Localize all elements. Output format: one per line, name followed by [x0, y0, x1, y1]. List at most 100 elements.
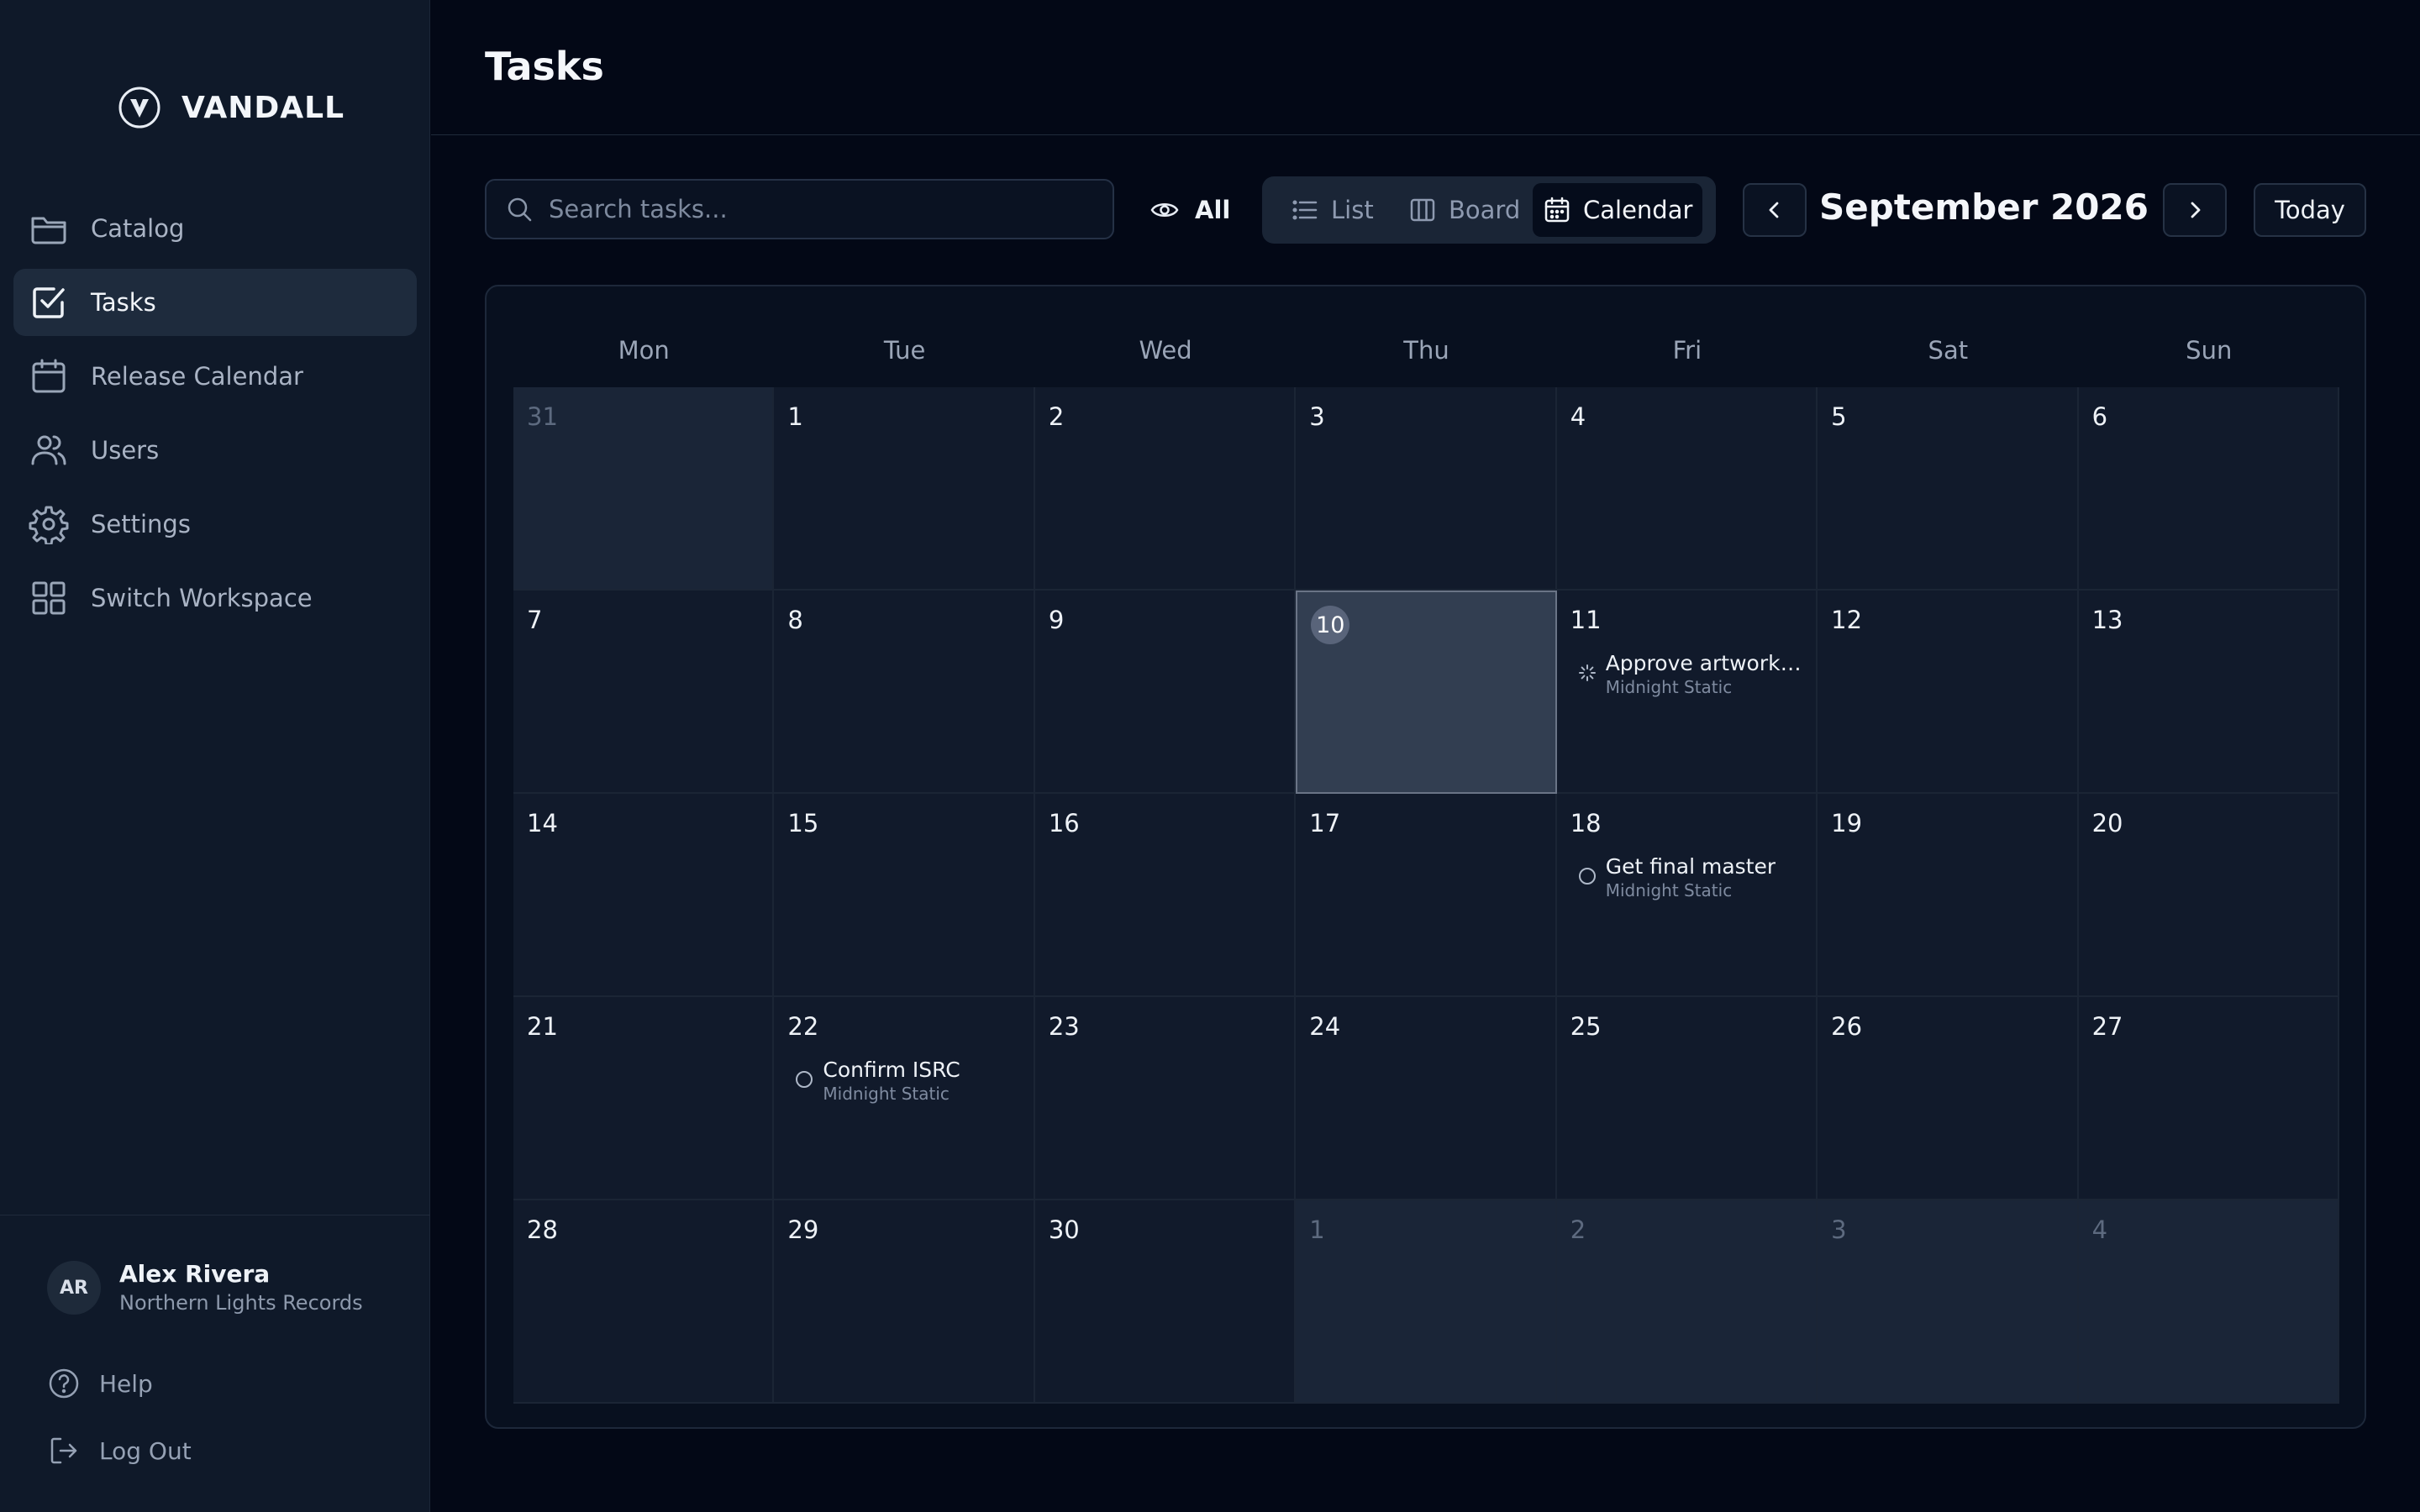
today-button[interactable]: Today: [2254, 183, 2366, 237]
day-number: 19: [1831, 809, 1863, 837]
sidebar-item-tasks[interactable]: Tasks: [13, 269, 417, 336]
calendar-day[interactable]: 3: [1818, 1200, 2079, 1404]
brand-logo[interactable]: VANDALL: [118, 82, 345, 133]
chevron-right-icon: [2191, 202, 2201, 218]
calendar-day[interactable]: 8: [774, 591, 1035, 794]
calendar-day[interactable]: 2: [1034, 387, 1297, 591]
calendar-day[interactable]: 2: [1556, 1200, 1818, 1404]
day-number: 3: [1831, 1215, 1847, 1244]
prev-month-button[interactable]: [1743, 183, 1807, 237]
folder-icon: [29, 208, 69, 249]
calendar-day[interactable]: 23: [1034, 997, 1297, 1200]
user-name: Alex Rivera: [119, 1260, 271, 1288]
visibility-filter[interactable]: All: [1150, 192, 1230, 228]
columns-icon: [1410, 198, 1435, 222]
day-number: 6: [2091, 402, 2108, 431]
calendar-day[interactable]: 12: [1818, 591, 2079, 794]
calendar-day[interactable]: 30: [1034, 1200, 1297, 1404]
sidebar-nav: Catalog Tasks Release Calendar Users Set…: [13, 195, 417, 638]
calendar-day[interactable]: 9: [1034, 591, 1297, 794]
calendar-day[interactable]: 1: [1296, 1200, 1557, 1404]
calendar-day[interactable]: 20: [2078, 794, 2339, 997]
checkbox-icon: [29, 282, 69, 323]
calendar-day[interactable]: 17: [1296, 794, 1557, 997]
logout-link[interactable]: Log Out: [47, 1434, 192, 1467]
calendar-day[interactable]: 21: [513, 997, 775, 1200]
task-item[interactable]: Get final master Midnight Static: [1577, 854, 1806, 901]
sidebar-item-settings[interactable]: Settings: [13, 491, 417, 558]
calendar-day[interactable]: 25: [1556, 997, 1818, 1200]
day-number: 26: [1831, 1012, 1863, 1041]
calendar-day[interactable]: 18 Get final master Midnight Static: [1556, 794, 1818, 997]
calendar-day[interactable]: 1: [774, 387, 1035, 591]
calendar-day[interactable]: 28: [513, 1200, 775, 1404]
sidebar-item-users[interactable]: Users: [13, 417, 417, 484]
calendar-day[interactable]: 19: [1818, 794, 2079, 997]
current-month-label: September 2026: [1819, 186, 2149, 228]
calendar-day[interactable]: 15: [774, 794, 1035, 997]
sidebar-item-release-calendar[interactable]: Release Calendar: [13, 343, 417, 410]
calendar-day[interactable]: 27: [2078, 997, 2339, 1200]
calendar-day[interactable]: 4: [2078, 1200, 2339, 1404]
day-number: 20: [2091, 809, 2123, 837]
calendar-day[interactable]: 24: [1296, 997, 1557, 1200]
calendar-icon: [1544, 197, 1570, 223]
day-number: 8: [787, 606, 803, 634]
search-box[interactable]: [485, 179, 1114, 239]
sidebar-item-catalog[interactable]: Catalog: [13, 195, 417, 262]
calendar-day[interactable]: 22 Confirm ISRC Midnight Static: [774, 997, 1035, 1200]
task-title: Approve artwork c...: [1605, 651, 1807, 675]
calendar-day[interactable]: 31: [513, 387, 775, 591]
brand-name: VANDALL: [182, 90, 345, 125]
day-number: 1: [1309, 1215, 1325, 1244]
weekday-label: Fri: [1672, 336, 1702, 365]
day-number: 21: [527, 1012, 558, 1041]
day-number: 18: [1570, 809, 1602, 837]
task-project: Midnight Static: [823, 1084, 950, 1104]
sidebar-item-switch-workspace[interactable]: Switch Workspace: [13, 564, 417, 632]
view-board-button[interactable]: Board: [1398, 183, 1530, 237]
today-day-number: 10: [1311, 606, 1350, 644]
calendar-day[interactable]: 11 Approve artwork c... Midnight Static: [1556, 591, 1818, 794]
calendar-day[interactable]: 13: [2078, 591, 2339, 794]
task-item[interactable]: Approve artwork c... Midnight Static: [1577, 651, 1806, 698]
user-profile[interactable]: AR Alex Rivera Northern Lights Records: [47, 1259, 363, 1316]
task-project: Midnight Static: [1605, 677, 1733, 697]
calendar-day[interactable]: 16: [1034, 794, 1297, 997]
logout-icon: [50, 1437, 77, 1464]
eye-icon: [1150, 203, 1179, 217]
gear-icon: [29, 504, 69, 546]
day-number: 3: [1309, 402, 1325, 431]
calendar-day[interactable]: 26: [1818, 997, 2079, 1200]
search-input[interactable]: [549, 195, 1113, 223]
in-progress-icon: [1577, 663, 1597, 683]
day-number: 28: [527, 1215, 558, 1244]
view-calendar-label: Calendar: [1583, 196, 1693, 224]
day-number: 22: [787, 1012, 819, 1041]
filter-label: All: [1195, 196, 1231, 224]
calendar-day[interactable]: 6: [2078, 387, 2339, 591]
page-title: Tasks: [485, 44, 604, 89]
sidebar-item-label: Settings: [91, 510, 191, 538]
calendar-day[interactable]: 5: [1818, 387, 2079, 591]
day-number: 17: [1309, 809, 1341, 837]
calendar-day[interactable]: 14: [513, 794, 775, 997]
calendar-day[interactable]: 4: [1556, 387, 1818, 591]
calendar-day[interactable]: 7: [513, 591, 775, 794]
view-list-button[interactable]: List: [1281, 183, 1384, 237]
calendar-day[interactable]: 29: [774, 1200, 1035, 1404]
sidebar-footer: AR Alex Rivera Northern Lights Records H…: [0, 1215, 430, 1512]
day-number: 16: [1048, 809, 1080, 837]
help-link[interactable]: Help: [47, 1367, 153, 1400]
view-list-label: List: [1331, 196, 1374, 224]
calendar-day[interactable]: 3: [1296, 387, 1557, 591]
next-month-button[interactable]: [2163, 183, 2227, 237]
sidebar: VANDALL Catalog Tasks Release Calendar U…: [0, 0, 430, 1512]
page-header: Tasks: [431, 0, 2420, 135]
day-number: 25: [1570, 1012, 1602, 1041]
calendar-day-today[interactable]: 10: [1296, 591, 1557, 794]
task-item[interactable]: Confirm ISRC Midnight Static: [794, 1058, 1023, 1105]
sidebar-item-label: Tasks: [91, 288, 156, 317]
day-number: 14: [527, 809, 558, 837]
view-calendar-button[interactable]: Calendar: [1533, 183, 1703, 237]
